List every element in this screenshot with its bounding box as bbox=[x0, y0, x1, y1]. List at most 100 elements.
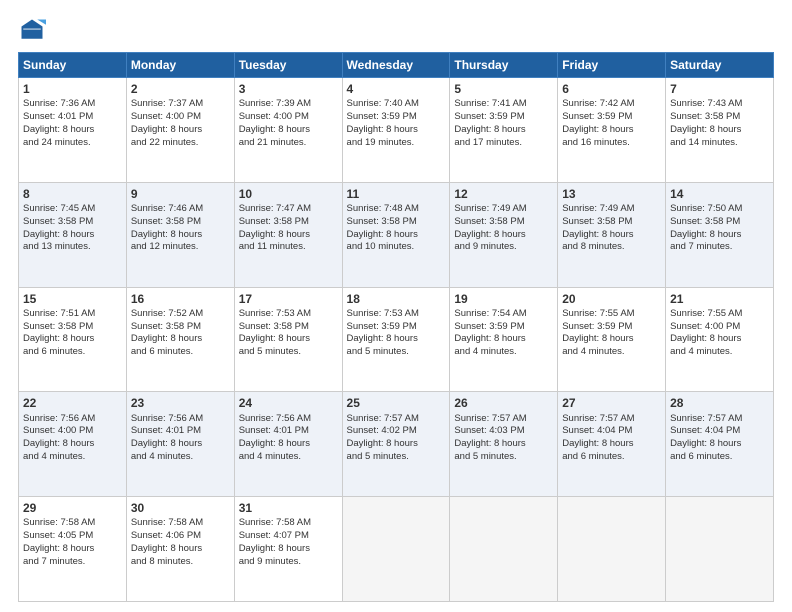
day-info-line: and 21 minutes. bbox=[239, 137, 338, 150]
day-info-line: Daylight: 8 hours bbox=[562, 229, 661, 242]
day-info-line: and 17 minutes. bbox=[454, 137, 553, 150]
calendar-day-16: 16Sunrise: 7:52 AMSunset: 3:58 PMDayligh… bbox=[126, 287, 234, 392]
calendar-day-1: 1Sunrise: 7:36 AMSunset: 4:01 PMDaylight… bbox=[19, 78, 127, 183]
day-number: 6 bbox=[562, 81, 661, 97]
day-number: 23 bbox=[131, 395, 230, 411]
day-info-line: Daylight: 8 hours bbox=[131, 333, 230, 346]
day-info-line: Sunrise: 7:55 AM bbox=[562, 308, 661, 321]
calendar-header-row: SundayMondayTuesdayWednesdayThursdayFrid… bbox=[19, 53, 774, 78]
calendar-day-20: 20Sunrise: 7:55 AMSunset: 3:59 PMDayligh… bbox=[558, 287, 666, 392]
calendar-day-24: 24Sunrise: 7:56 AMSunset: 4:01 PMDayligh… bbox=[234, 392, 342, 497]
day-info-line: Sunset: 4:01 PM bbox=[239, 425, 338, 438]
calendar-day-28: 28Sunrise: 7:57 AMSunset: 4:04 PMDayligh… bbox=[666, 392, 774, 497]
calendar-day-22: 22Sunrise: 7:56 AMSunset: 4:00 PMDayligh… bbox=[19, 392, 127, 497]
day-info-line: Sunrise: 7:51 AM bbox=[23, 308, 122, 321]
day-info-line: Sunrise: 7:56 AM bbox=[23, 413, 122, 426]
calendar-day-3: 3Sunrise: 7:39 AMSunset: 4:00 PMDaylight… bbox=[234, 78, 342, 183]
day-info-line: and 7 minutes. bbox=[23, 556, 122, 569]
day-number: 14 bbox=[670, 186, 769, 202]
day-info-line: and 5 minutes. bbox=[454, 451, 553, 464]
calendar-header-thursday: Thursday bbox=[450, 53, 558, 78]
day-info-line: Sunset: 4:04 PM bbox=[670, 425, 769, 438]
empty-cell bbox=[342, 497, 450, 602]
calendar-day-25: 25Sunrise: 7:57 AMSunset: 4:02 PMDayligh… bbox=[342, 392, 450, 497]
day-info-line: Daylight: 8 hours bbox=[347, 229, 446, 242]
calendar-header-monday: Monday bbox=[126, 53, 234, 78]
day-info-line: and 19 minutes. bbox=[347, 137, 446, 150]
day-info-line: Sunset: 4:00 PM bbox=[131, 111, 230, 124]
day-info-line: Sunrise: 7:53 AM bbox=[239, 308, 338, 321]
day-number: 16 bbox=[131, 291, 230, 307]
day-number: 18 bbox=[347, 291, 446, 307]
day-number: 19 bbox=[454, 291, 553, 307]
day-info-line: Sunrise: 7:57 AM bbox=[562, 413, 661, 426]
day-info-line: and 6 minutes. bbox=[562, 451, 661, 464]
day-info-line: and 4 minutes. bbox=[131, 451, 230, 464]
day-info-line: Sunset: 4:07 PM bbox=[239, 530, 338, 543]
day-info-line: Daylight: 8 hours bbox=[454, 124, 553, 137]
day-info-line: and 9 minutes. bbox=[239, 556, 338, 569]
day-number: 1 bbox=[23, 81, 122, 97]
day-info-line: and 4 minutes. bbox=[562, 346, 661, 359]
calendar-day-17: 17Sunrise: 7:53 AMSunset: 3:58 PMDayligh… bbox=[234, 287, 342, 392]
day-info-line: Sunrise: 7:41 AM bbox=[454, 98, 553, 111]
logo bbox=[18, 16, 50, 44]
day-number: 27 bbox=[562, 395, 661, 411]
day-number: 29 bbox=[23, 500, 122, 516]
day-info-line: and 7 minutes. bbox=[670, 241, 769, 254]
calendar-day-27: 27Sunrise: 7:57 AMSunset: 4:04 PMDayligh… bbox=[558, 392, 666, 497]
day-info-line: and 6 minutes. bbox=[131, 346, 230, 359]
calendar-day-6: 6Sunrise: 7:42 AMSunset: 3:59 PMDaylight… bbox=[558, 78, 666, 183]
day-number: 8 bbox=[23, 186, 122, 202]
day-info-line: and 6 minutes. bbox=[670, 451, 769, 464]
day-info-line: Sunrise: 7:50 AM bbox=[670, 203, 769, 216]
calendar-day-14: 14Sunrise: 7:50 AMSunset: 3:58 PMDayligh… bbox=[666, 182, 774, 287]
day-number: 24 bbox=[239, 395, 338, 411]
day-number: 22 bbox=[23, 395, 122, 411]
day-number: 21 bbox=[670, 291, 769, 307]
day-number: 15 bbox=[23, 291, 122, 307]
day-info-line: Sunrise: 7:53 AM bbox=[347, 308, 446, 321]
day-info-line: Sunset: 4:01 PM bbox=[131, 425, 230, 438]
calendar-day-12: 12Sunrise: 7:49 AMSunset: 3:58 PMDayligh… bbox=[450, 182, 558, 287]
day-info-line: Sunset: 3:58 PM bbox=[23, 321, 122, 334]
day-info-line: Sunrise: 7:57 AM bbox=[454, 413, 553, 426]
day-info-line: Sunrise: 7:52 AM bbox=[131, 308, 230, 321]
day-info-line: and 5 minutes. bbox=[347, 451, 446, 464]
day-info-line: and 14 minutes. bbox=[670, 137, 769, 150]
day-info-line: Sunset: 4:04 PM bbox=[562, 425, 661, 438]
day-info-line: and 6 minutes. bbox=[23, 346, 122, 359]
calendar-day-8: 8Sunrise: 7:45 AMSunset: 3:58 PMDaylight… bbox=[19, 182, 127, 287]
day-number: 7 bbox=[670, 81, 769, 97]
calendar-day-18: 18Sunrise: 7:53 AMSunset: 3:59 PMDayligh… bbox=[342, 287, 450, 392]
calendar-day-19: 19Sunrise: 7:54 AMSunset: 3:59 PMDayligh… bbox=[450, 287, 558, 392]
calendar-day-29: 29Sunrise: 7:58 AMSunset: 4:05 PMDayligh… bbox=[19, 497, 127, 602]
day-info-line: Daylight: 8 hours bbox=[347, 124, 446, 137]
day-number: 30 bbox=[131, 500, 230, 516]
day-info-line: Sunset: 3:58 PM bbox=[562, 216, 661, 229]
day-info-line: Sunset: 4:03 PM bbox=[454, 425, 553, 438]
day-number: 20 bbox=[562, 291, 661, 307]
day-info-line: and 22 minutes. bbox=[131, 137, 230, 150]
day-info-line: Daylight: 8 hours bbox=[239, 333, 338, 346]
day-info-line: Daylight: 8 hours bbox=[239, 124, 338, 137]
calendar-day-21: 21Sunrise: 7:55 AMSunset: 4:00 PMDayligh… bbox=[666, 287, 774, 392]
day-info-line: and 16 minutes. bbox=[562, 137, 661, 150]
calendar-day-4: 4Sunrise: 7:40 AMSunset: 3:59 PMDaylight… bbox=[342, 78, 450, 183]
day-info-line: Daylight: 8 hours bbox=[347, 333, 446, 346]
day-info-line: Daylight: 8 hours bbox=[131, 438, 230, 451]
logo-icon bbox=[18, 16, 46, 44]
page: SundayMondayTuesdayWednesdayThursdayFrid… bbox=[0, 0, 792, 612]
calendar-header-tuesday: Tuesday bbox=[234, 53, 342, 78]
calendar-day-31: 31Sunrise: 7:58 AMSunset: 4:07 PMDayligh… bbox=[234, 497, 342, 602]
day-info-line: Daylight: 8 hours bbox=[23, 333, 122, 346]
day-info-line: Daylight: 8 hours bbox=[23, 124, 122, 137]
day-info-line: Sunrise: 7:58 AM bbox=[239, 517, 338, 530]
day-number: 13 bbox=[562, 186, 661, 202]
day-info-line: Daylight: 8 hours bbox=[670, 229, 769, 242]
day-info-line: Sunset: 3:59 PM bbox=[454, 111, 553, 124]
day-info-line: and 10 minutes. bbox=[347, 241, 446, 254]
day-number: 5 bbox=[454, 81, 553, 97]
day-info-line: Sunset: 4:01 PM bbox=[23, 111, 122, 124]
day-info-line: Daylight: 8 hours bbox=[239, 438, 338, 451]
